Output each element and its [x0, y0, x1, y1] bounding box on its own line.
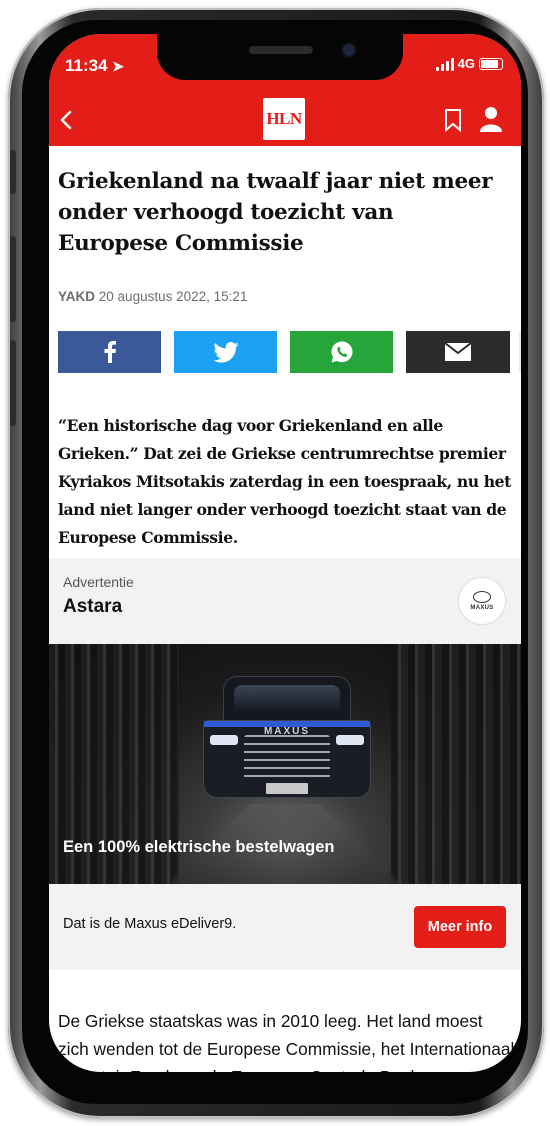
camera-notch: [157, 34, 403, 80]
share-more-edge: [519, 331, 521, 373]
signal-icon: [435, 57, 454, 71]
ad-label: Advertentie: [63, 574, 134, 590]
share-whatsapp-button[interactable]: [290, 331, 393, 373]
article-lead: “Een historische dag voor Griekenland en…: [58, 415, 511, 547]
share-facebook-button[interactable]: [58, 331, 161, 373]
meer-info-button[interactable]: Meer info: [414, 906, 506, 948]
ad-description: Dat is de Maxus eDeliver9.: [63, 916, 237, 932]
forest-right: [391, 644, 521, 884]
user-icon[interactable]: [479, 106, 503, 132]
phone-side-button: [10, 340, 16, 426]
battery-icon: [479, 57, 503, 70]
share-twitter-button[interactable]: [174, 331, 277, 373]
van-grille: [244, 735, 330, 779]
app-header: HLN: [49, 94, 521, 146]
phone-side-button: [10, 150, 16, 194]
article-body: De Griekse staatskas was in 2010 leeg. H…: [58, 1011, 515, 1072]
hln-logo[interactable]: HLN: [263, 98, 305, 140]
van-plate: [266, 783, 308, 794]
maxus-logo-word: MAXUS: [470, 605, 494, 611]
byline-source: YAKD: [58, 289, 96, 304]
van-illustration: MAXUS: [197, 676, 375, 798]
front-camera: [343, 44, 355, 56]
share-mail-button[interactable]: [406, 331, 510, 373]
byline-date: 20 augustus 2022, 15:21: [98, 289, 248, 304]
twitter-icon: [212, 341, 239, 363]
ad-brand[interactable]: Astara: [63, 596, 122, 618]
location-arrow-icon: ➤: [112, 58, 125, 74]
article-headline: Griekenland na twaalf jaar niet meer ond…: [58, 169, 493, 256]
phone-screen: 11:34 ➤ 4G HLN Griekenland na twaalf jaa…: [49, 34, 521, 1072]
van-headlight-left: [210, 735, 238, 745]
ad-caption: Een 100% elektrische bestelwagen: [63, 838, 335, 856]
network-type: 4G: [457, 56, 475, 71]
facebook-icon: [104, 341, 116, 363]
article-byline: YAKD 20 augustus 2022, 15:21: [58, 289, 521, 304]
clock: 11:34: [65, 56, 108, 75]
speaker-grille: [249, 46, 313, 54]
bookmark-icon[interactable]: [442, 108, 464, 132]
ad-header: Advertentie Astara MAXUS: [49, 558, 521, 644]
mail-icon: [444, 342, 472, 361]
maxus-mark-icon: [473, 591, 491, 603]
status-time: 11:34 ➤: [65, 56, 124, 76]
back-icon[interactable]: [55, 108, 79, 132]
van-windshield: [234, 685, 340, 715]
van-headlight-right: [336, 735, 364, 745]
van-front: MAXUS: [203, 720, 371, 798]
phone-side-button: [10, 236, 16, 322]
van-cab: [223, 676, 351, 722]
maxus-logo[interactable]: MAXUS: [458, 577, 506, 625]
whatsapp-icon: [331, 341, 352, 363]
article-scroll[interactable]: Griekenland na twaalf jaar niet meer ond…: [49, 146, 521, 1072]
share-bar: [58, 331, 521, 373]
logo-text: HLN: [266, 109, 302, 128]
ad-footer: Dat is de Maxus eDeliver9. Meer info: [49, 884, 521, 970]
ad-image[interactable]: MAXUS Een 100% elektrische bestelwagen: [49, 644, 521, 884]
status-indicators: 4G: [435, 56, 503, 71]
